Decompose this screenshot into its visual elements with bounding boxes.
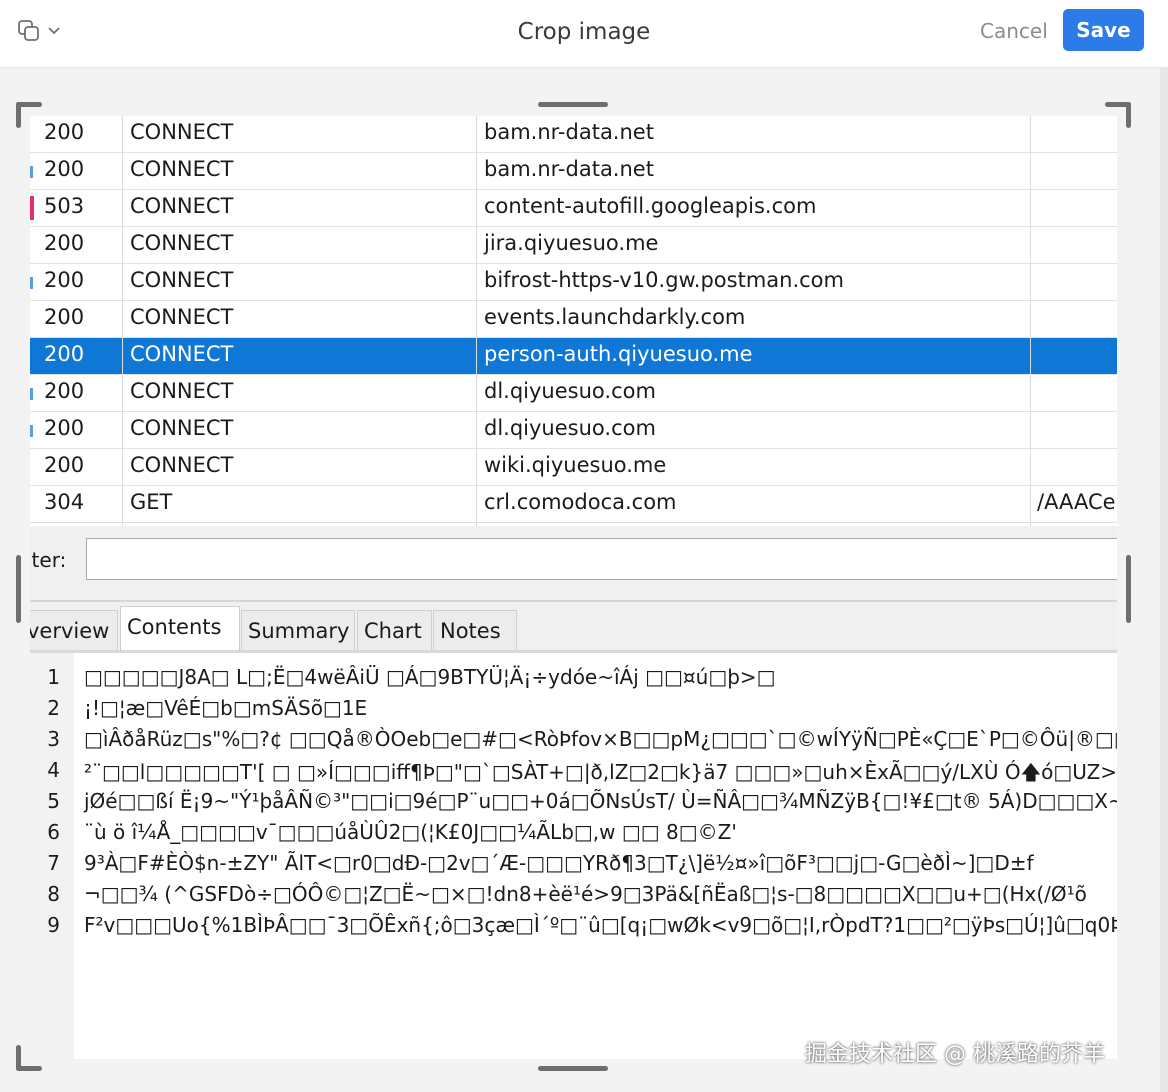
- method-cell: CONNECT: [130, 453, 234, 477]
- table-row[interactable]: 200 CONNECT events.launchdarkly.com: [30, 301, 1117, 338]
- tab-overview[interactable]: verview: [30, 610, 118, 652]
- line-text: ¨ù ö î¼Å_□□□□v¯□□□úåÙÛ2□(¦K£0J□□¼ÃLb□,w …: [84, 820, 737, 844]
- method-cell: CONNECT: [130, 379, 234, 403]
- table-row[interactable]: 304 GET crl.comodoca.com/AAACe: [30, 486, 1117, 523]
- line-number: 8: [47, 882, 60, 906]
- status-code-cell: 200: [44, 157, 85, 181]
- crop-image-canvas[interactable]: 200 CONNECT bam.nr-data.net 200 CONNECT bam.n…: [30, 116, 1117, 1059]
- host-cell: jira.qiyuesuo.me: [484, 231, 659, 255]
- status-code-cell: 200: [44, 342, 85, 366]
- host-cell: bam.nr-data.net: [484, 157, 654, 181]
- table-row[interactable]: 200 CONNECT bifrost-https-v10.gw.postman.c…: [30, 264, 1117, 301]
- crop-handle-right[interactable]: [1126, 555, 1131, 623]
- table-row[interactable]: 503 CONNECT content-autofill.googleapis.co…: [30, 190, 1117, 227]
- host-cell: dl.qiyuesuo.com: [484, 379, 656, 403]
- tab-contents[interactable]: Contents: [120, 606, 240, 652]
- method-cell: CONNECT: [130, 157, 234, 181]
- table-row[interactable]: 200 CONNECT bam.nr-data.net: [30, 153, 1117, 190]
- table-row[interactable]: 200 CONNECT dl.qiyuesuo.com: [30, 412, 1117, 449]
- dialog-header: Crop image Cancel Save: [0, 0, 1168, 68]
- method-cell: CONNECT: [130, 231, 234, 255]
- crop-handle-left[interactable]: [16, 555, 21, 623]
- line-number: 3: [47, 727, 60, 751]
- line-number: 9: [47, 913, 60, 937]
- status-code-cell: 200: [44, 453, 85, 477]
- contents-viewer[interactable]: 1 □□□□□J8A□ L□;Ë□4wëÂiÜ □Á□9BTYÜ¦Ä¡÷ydóe~…: [30, 653, 1117, 1059]
- column-divider: [1030, 116, 1031, 526]
- line-number: 2: [47, 696, 60, 720]
- line-text: jØé□□ßí Ë¡9~"Ý¹þåÂÑ©³"□□i□9é□P¨u□□+0á□ÕN…: [84, 789, 1117, 813]
- method-cell: GET: [130, 490, 173, 514]
- crop-handle-bottom[interactable]: [538, 1066, 608, 1071]
- session-marker: [30, 425, 33, 437]
- session-marker: [30, 166, 33, 178]
- line-number: 5: [47, 789, 60, 813]
- column-divider: [122, 116, 123, 526]
- watermark: 掘金技术社区 @ 桃溪路的芥羊: [805, 1042, 1105, 1067]
- line-text: F²v□□□Uo{%1BÌÞÂ□□¯3□ÕÊxñ{;ô□3çæ□Ì´º□¨û□[…: [84, 913, 1117, 937]
- method-cell: CONNECT: [130, 305, 234, 329]
- session-marker: [30, 388, 33, 400]
- host-cell: person-auth.qiyuesuo.me: [484, 342, 753, 366]
- line-text: ²¨□□l□□□□□T'[ □ □»Í□□□iff¶Þ□"□`□SÀT+□|ð,…: [84, 760, 1117, 784]
- scroll-rail: [1160, 68, 1168, 1092]
- filter-input[interactable]: [86, 538, 1117, 580]
- method-cell: CONNECT: [130, 342, 234, 366]
- method-cell: CONNECT: [130, 268, 234, 292]
- host-cell: dl.qiyuesuo.com: [484, 416, 656, 440]
- method-cell: CONNECT: [130, 120, 234, 144]
- host-cell: events.launchdarkly.com: [484, 305, 746, 329]
- save-button[interactable]: Save: [1063, 9, 1144, 51]
- line-number: 7: [47, 851, 60, 875]
- tab-summary[interactable]: Summary: [241, 610, 355, 652]
- line-text: □□□□□J8A□ L□;Ë□4wëÂiÜ □Á□9BTYÜ¦Ä¡÷ydóe~î…: [84, 665, 776, 689]
- status-code-cell: 304: [44, 490, 85, 514]
- status-code-cell: 200: [44, 231, 85, 255]
- status-code-cell: 200: [44, 416, 85, 440]
- table-row[interactable]: 200 CONNECT bam.nr-data.net: [30, 116, 1117, 153]
- table-row[interactable]: 200 CONNECT wiki.qiyuesuo.me: [30, 449, 1117, 486]
- inspector-tabs: verview Contents Summary Chart Notes: [30, 600, 1117, 652]
- host-cell: wiki.qiyuesuo.me: [484, 453, 667, 477]
- table-row[interactable]: 200 CONNECT jira.qiyuesuo.me: [30, 227, 1117, 264]
- crop-handle-top-left[interactable]: [16, 102, 21, 128]
- cancel-button[interactable]: Cancel: [980, 19, 1048, 43]
- session-marker: [30, 277, 33, 289]
- host-cell: content-autofill.googleapis.com: [484, 194, 817, 218]
- line-text: ¬□□¾ (^GSFDò÷□ÓÔ©□¦Z□Ë~□×□!dn8+èë¹é>9□3P…: [84, 882, 1087, 906]
- table-row[interactable]: 200 CONNECT dl.qiyuesuo.com: [30, 375, 1117, 412]
- line-number: 6: [47, 820, 60, 844]
- crop-handle-top[interactable]: [538, 102, 608, 107]
- status-code-cell: 200: [44, 305, 85, 329]
- line-number: 4: [47, 758, 60, 782]
- tab-chart[interactable]: Chart: [357, 610, 432, 652]
- status-code-cell: 503: [44, 194, 85, 218]
- status-code-cell: 200: [44, 268, 85, 292]
- line-text: ¡!□¦æ□VêÉ□b□mSÄSõ□1E: [84, 696, 368, 720]
- table-row[interactable]: 200 CONNECT person-auth.qiyuesuo.me: [30, 338, 1117, 375]
- line-text: □ìÂðåRüz□s"%□?¢ □□Qå®ÒOeb□e□#□<RòÞfov×B□…: [84, 727, 1117, 751]
- method-cell: CONNECT: [130, 416, 234, 440]
- status-code-cell: 200: [44, 379, 85, 403]
- column-divider: [476, 116, 477, 526]
- host-cell: bifrost-https-v10.gw.postman.com: [484, 268, 844, 292]
- crop-handle-bottom-left[interactable]: [16, 1066, 42, 1071]
- line-text: 9³À□F#ÈÒ$n-±ZY" ÃlT<□r0□dÐ-□2v□´Æ-□□□YRð…: [84, 851, 1034, 875]
- session-marker: [30, 196, 34, 220]
- line-number: 1: [47, 665, 60, 689]
- crop-handle-top-right[interactable]: [1126, 102, 1131, 128]
- filter-label: lter:: [30, 548, 67, 572]
- filter-bar: lter:: [30, 526, 1117, 600]
- method-cell: CONNECT: [130, 194, 234, 218]
- url-cell: /AAACe: [1037, 490, 1116, 514]
- host-cell: crl.comodoca.com: [484, 490, 677, 514]
- host-cell: bam.nr-data.net: [484, 120, 654, 144]
- status-code-cell: 200: [44, 120, 85, 144]
- tab-notes[interactable]: Notes: [433, 610, 517, 652]
